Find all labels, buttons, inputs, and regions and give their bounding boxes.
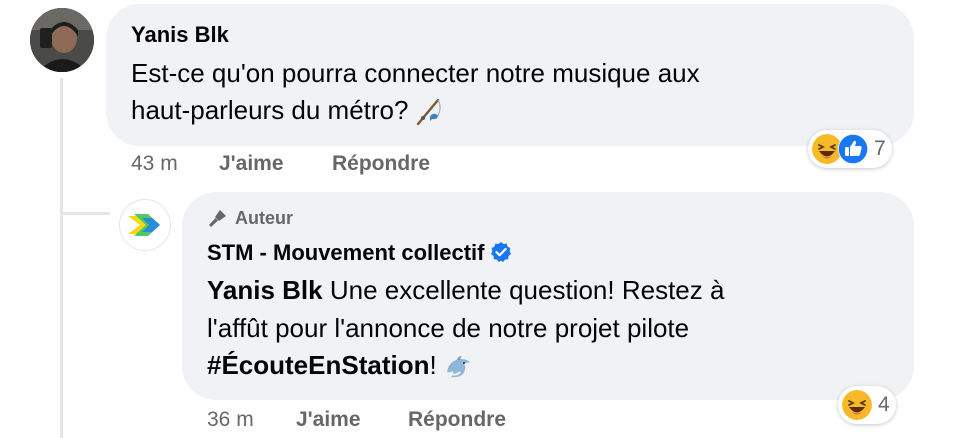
comment-reply-button[interactable]: Répondre — [332, 152, 430, 176]
reply-text: Une excellente question! Restez à — [329, 275, 725, 305]
dolphin-icon — [446, 356, 470, 378]
profile-photo-icon — [30, 8, 94, 72]
comment-like-button[interactable]: J'aime — [219, 152, 284, 176]
comment-reaction-count: 7 — [874, 137, 886, 160]
comment-reactions[interactable]: 7 — [808, 130, 892, 168]
verified-badge-icon — [491, 242, 512, 262]
comment-text-line-2: haut-parleurs du métro? — [131, 92, 444, 129]
hashtag-link[interactable]: #ÉcouteEnStation — [207, 350, 429, 380]
reply-reaction-count: 4 — [878, 393, 890, 416]
reply-like-button[interactable]: J'aime — [296, 408, 361, 432]
reply-timestamp[interactable]: 36 m — [207, 408, 254, 432]
reply-mention-link[interactable]: Yanis Blk — [207, 275, 323, 305]
comment-author-name[interactable]: Yanis Blk — [131, 22, 229, 48]
author-badge-label: Auteur — [235, 207, 293, 228]
reply-reply-button[interactable]: Répondre — [408, 408, 506, 432]
author-badge: Auteur — [207, 207, 293, 229]
reply-text-line-2: l'affût pour l'annonce de notre projet p… — [207, 313, 690, 343]
avatar-stm[interactable] — [120, 200, 170, 250]
reply-text-line-3: #ÉcouteEnStation! — [207, 347, 473, 384]
reply-text-line-1: Yanis Blk Une excellente question! Reste… — [207, 272, 724, 309]
stm-logo-icon — [128, 214, 160, 236]
comment-text-line-1: Est-ce qu'on pourra connecter notre musi… — [131, 58, 700, 88]
comment-text: haut-parleurs du métro? — [131, 95, 409, 125]
reply-author-text: STM - Mouvement collectif — [207, 240, 485, 265]
reply-author-name[interactable]: STM - Mouvement collectif — [207, 240, 512, 266]
fishing-pole-icon — [417, 98, 442, 126]
comment-timestamp[interactable]: 43 m — [131, 152, 178, 176]
thread-line-vertical — [60, 78, 63, 438]
thumbs-up-icon — [838, 134, 868, 164]
thread-line-branch — [60, 212, 110, 215]
reply-reactions[interactable]: 4 — [838, 386, 896, 424]
avatar-yanis[interactable] — [30, 8, 94, 72]
laughing-face-icon — [842, 390, 872, 420]
reply-text-end: ! — [429, 350, 437, 380]
microphone-icon — [209, 210, 226, 227]
